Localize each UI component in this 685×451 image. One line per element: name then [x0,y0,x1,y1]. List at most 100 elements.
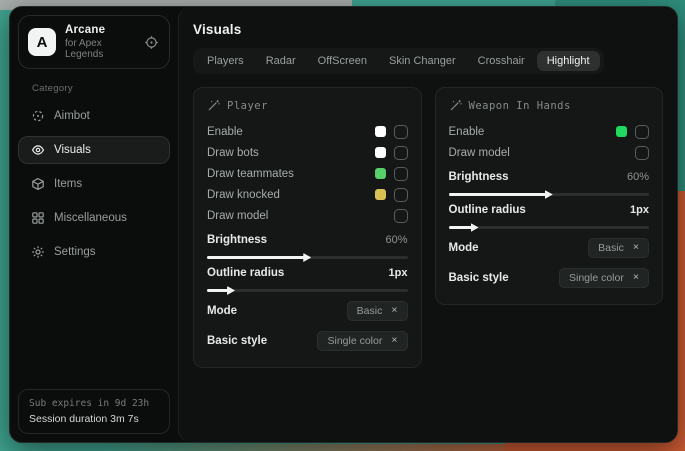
slider-fill [449,226,475,229]
toggle-row-draw-model: Draw model [449,142,650,163]
slider-value: 1px [389,267,408,279]
sidebar-item-settings[interactable]: Settings [18,238,170,266]
sidebar-item-items[interactable]: Items [18,170,170,198]
toggle-row-enable: Enable [207,121,408,142]
gear-icon [30,245,45,260]
tab-players[interactable]: Players [197,51,254,71]
toggle-row-draw-bots: Draw bots [207,142,408,163]
tab-highlight[interactable]: Highlight [537,51,600,71]
slider-track[interactable] [207,256,408,259]
main-content: Visuals Players Radar OffScreen Skin Cha… [178,7,677,442]
toggle-label: Draw teammates [207,168,294,180]
slider-value: 60% [627,171,649,183]
close-icon[interactable]: × [391,335,397,346]
select-label: Mode [207,305,237,317]
app-title: Arcane [65,24,133,36]
panel-title: Player [227,100,268,112]
tab-skin-changer[interactable]: Skin Changer [379,51,466,71]
tab-radar[interactable]: Radar [256,51,306,71]
slider-thumb[interactable] [227,286,235,295]
color-swatch[interactable] [375,126,386,137]
panels-row: Player Enable Draw bots [193,87,663,368]
weapon-panel-header: Weapon In Hands [449,99,650,112]
box-icon [30,177,45,192]
toggle-row-enable: Enable [449,121,650,142]
sidebar-item-label: Visuals [54,144,91,156]
checkbox[interactable] [394,188,408,202]
close-icon[interactable]: × [633,272,639,283]
close-icon[interactable]: × [633,242,639,253]
tab-crosshair[interactable]: Crosshair [468,51,535,71]
color-swatch[interactable] [375,189,386,200]
slider-fill [207,289,231,292]
sidebar-item-visuals[interactable]: Visuals [18,136,170,164]
sidebar: A Arcane for Apex Legends Category [10,7,178,442]
slider-label: Brightness [207,234,267,246]
color-swatch[interactable] [375,168,386,179]
tag-text: Single color [569,272,624,284]
select-label: Basic style [449,272,509,284]
sidebar-item-label: Settings [54,246,96,258]
toggle-row-draw-teammates: Draw teammates [207,163,408,184]
basic-style-tag[interactable]: Single color × [559,268,649,288]
category-label: Category [32,83,170,94]
sub-expires-text: Sub expires in 9d 23h [29,398,159,409]
basic-style-tag[interactable]: Single color × [317,331,407,351]
close-icon[interactable]: × [391,305,397,316]
outline-radius-slider-block: Outline radius 1px [449,201,650,229]
toggle-label: Draw model [207,210,268,222]
toggle-row-draw-knocked: Draw knocked [207,184,408,205]
tab-offscreen[interactable]: OffScreen [308,51,377,71]
subscription-card: Sub expires in 9d 23h Session duration 3… [18,389,170,434]
checkbox[interactable] [394,209,408,223]
crosshair-icon [30,109,45,124]
slider-track[interactable] [449,226,650,229]
eye-icon [30,143,45,158]
slider-thumb[interactable] [303,253,311,262]
tag-text: Basic [357,305,383,317]
sidebar-item-miscellaneous[interactable]: Miscellaneous [18,204,170,232]
toggle-label: Enable [449,126,485,138]
checkbox[interactable] [635,146,649,160]
sidebar-nav: Aimbot Visuals Items [18,102,170,266]
sidebar-item-label: Aimbot [54,110,90,122]
player-panel-header: Player [207,99,408,112]
basic-style-select-row: Basic style Single color × [207,327,408,354]
toggle-label: Enable [207,126,243,138]
session-duration-text: Session duration 3m 7s [29,413,159,425]
toggle-row-draw-model: Draw model [207,205,408,226]
app-logo: A [28,28,56,56]
app-subtitle: for Apex Legends [65,38,133,60]
tab-bar: Players Radar OffScreen Skin Changer Cro… [193,48,604,74]
checkbox[interactable] [635,125,649,139]
sidebar-item-label: Miscellaneous [54,212,127,224]
sidebar-spacer [18,266,170,389]
slider-thumb[interactable] [471,223,479,232]
mode-tag[interactable]: Basic × [347,301,408,321]
color-swatch[interactable] [616,126,627,137]
slider-value: 1px [630,204,649,216]
slider-label: Brightness [449,171,509,183]
slider-track[interactable] [449,193,650,196]
checkbox[interactable] [394,146,408,160]
slider-fill [449,193,549,196]
checkbox[interactable] [394,167,408,181]
panel-title: Weapon In Hands [469,100,571,112]
wand-icon [449,99,462,112]
mode-tag[interactable]: Basic × [588,238,649,258]
slider-fill [207,256,307,259]
page-title: Visuals [193,22,663,37]
sidebar-item-aimbot[interactable]: Aimbot [18,102,170,130]
color-swatch[interactable] [375,147,386,158]
weapon-in-hands-panel: Weapon In Hands Enable Draw model [435,87,664,305]
cheat-menu-window: A Arcane for Apex Legends Category [9,6,678,443]
toggle-label: Draw model [449,147,510,159]
slider-thumb[interactable] [545,190,553,199]
background-orange-strip [105,444,565,451]
slider-track[interactable] [207,289,408,292]
checkbox[interactable] [394,125,408,139]
brightness-slider-block: Brightness 60% [449,168,650,196]
toggle-label: Draw knocked [207,189,280,201]
target-icon[interactable] [142,33,160,51]
app-header-card: A Arcane for Apex Legends [18,15,170,69]
